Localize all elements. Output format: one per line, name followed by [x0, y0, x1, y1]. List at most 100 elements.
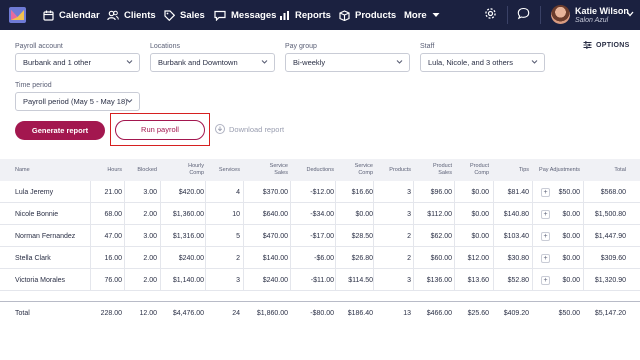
- tag-icon: [164, 9, 175, 21]
- download-report-label: Download report: [229, 124, 285, 134]
- chevron-down-icon[interactable]: [626, 11, 634, 17]
- value-cell: $0.00: [355, 210, 373, 218]
- locations-value: Burbank and Downtown: [158, 58, 238, 67]
- value-cell: 4: [236, 188, 240, 196]
- value-cell: $81.40: [507, 188, 529, 196]
- nav-more[interactable]: More: [404, 0, 440, 30]
- nav-messages[interactable]: Messages: [214, 0, 276, 30]
- add-adjustment-button[interactable]: +: [541, 254, 550, 263]
- col-tips: Tips: [518, 166, 529, 173]
- nav-clients[interactable]: Clients: [107, 0, 156, 30]
- value-cell: $1,860.00: [256, 309, 288, 317]
- value-cell: $0.00: [562, 276, 580, 284]
- table-row: Lula Jeremy 21.00 3.00 $420.00 4 $370.00 -$12.…: [0, 181, 640, 203]
- value-cell: 3: [407, 276, 411, 284]
- options-button[interactable]: OPTIONS: [583, 41, 630, 49]
- value-cell: 3: [407, 188, 411, 196]
- column-divider: [90, 247, 91, 269]
- value-cell: -$11.00: [310, 276, 334, 284]
- value-cell: $52.80: [507, 276, 529, 284]
- add-adjustment-button[interactable]: +: [541, 210, 550, 219]
- value-cell: $16.60: [351, 188, 373, 196]
- value-cell: 76.00: [104, 276, 122, 284]
- time-period-value: Payroll period (May 5 - May 18): [23, 97, 128, 106]
- avatar[interactable]: [551, 5, 570, 24]
- download-report-button[interactable]: Download report: [215, 124, 284, 134]
- value-cell: -$12.00: [310, 188, 334, 196]
- pay-group-select[interactable]: Bi-weekly: [285, 53, 410, 72]
- messages-icon: [214, 10, 226, 21]
- nav-reports[interactable]: Reports: [279, 0, 331, 30]
- options-label: OPTIONS: [596, 41, 630, 49]
- value-cell: $12.00: [467, 254, 489, 262]
- locations-select[interactable]: Burbank and Downtown: [150, 53, 275, 72]
- value-cell: $96.00: [430, 188, 452, 196]
- value-cell: $1,360.00: [172, 210, 204, 218]
- column-divider: [243, 247, 244, 269]
- chevron-down-icon: [396, 60, 403, 64]
- nav-sales[interactable]: Sales: [164, 0, 205, 30]
- value-cell: $140.80: [503, 210, 529, 218]
- col-service-comp: Service Comp: [354, 163, 373, 176]
- value-cell: 2: [407, 254, 411, 262]
- column-divider: [532, 181, 533, 203]
- value-cell: 2: [236, 254, 240, 262]
- logo-icon[interactable]: [9, 7, 26, 23]
- add-adjustment-button[interactable]: +: [541, 232, 550, 241]
- calendar-icon: [43, 10, 54, 21]
- column-divider: [413, 225, 414, 247]
- payroll-account-value: Burbank and 1 other: [23, 58, 91, 67]
- chevron-down-icon: [126, 60, 133, 64]
- column-divider: [373, 269, 374, 291]
- column-divider: [413, 203, 414, 225]
- column-divider: [243, 203, 244, 225]
- column-divider: [493, 269, 494, 291]
- value-cell: $640.00: [262, 210, 288, 218]
- nav-products[interactable]: Products: [339, 0, 396, 30]
- name-cell: Victoria Morales: [15, 276, 66, 284]
- col-hourly-comp: Hourly Comp: [188, 163, 204, 176]
- value-cell: 13: [403, 309, 411, 317]
- download-icon: [215, 124, 225, 134]
- payroll-account-select[interactable]: Burbank and 1 other: [15, 53, 140, 72]
- value-cell: -$34.00: [310, 210, 334, 218]
- gear-icon[interactable]: [484, 7, 497, 20]
- value-cell: $309.60: [600, 254, 626, 262]
- column-divider: [373, 203, 374, 225]
- nav-messages-label: Messages: [231, 9, 277, 21]
- chat-icon[interactable]: [517, 7, 530, 20]
- generate-report-button[interactable]: Generate report: [15, 121, 105, 140]
- value-cell: 2.00: [143, 210, 157, 218]
- value-cell: $60.00: [430, 254, 452, 262]
- staff-label: Staff: [420, 43, 435, 50]
- column-divider: [493, 181, 494, 203]
- value-cell: $409.20: [503, 309, 529, 317]
- col-deductions: Deductions: [306, 166, 334, 173]
- value-cell: $140.00: [262, 254, 288, 262]
- add-adjustment-button[interactable]: +: [541, 276, 550, 285]
- locations-label: Locations: [150, 43, 180, 50]
- chevron-down-icon: [531, 60, 538, 64]
- staff-select[interactable]: Lula, Nicole, and 3 others: [420, 53, 545, 72]
- value-cell: $50.00: [558, 309, 580, 317]
- add-adjustment-button[interactable]: +: [541, 188, 550, 197]
- value-cell: $1,316.00: [172, 232, 204, 240]
- col-product-comp: Product Comp: [470, 163, 489, 176]
- column-divider: [373, 225, 374, 247]
- bar-chart-icon: [280, 10, 289, 20]
- value-cell: $26.80: [351, 254, 373, 262]
- column-divider: [583, 247, 584, 269]
- nav-calendar[interactable]: Calendar: [43, 0, 100, 30]
- sliders-icon: [583, 41, 592, 49]
- nav-more-label: More: [404, 9, 427, 21]
- staff-value: Lula, Nicole, and 3 others: [428, 58, 514, 67]
- user-name[interactable]: Katie Wilson: [575, 6, 629, 16]
- run-payroll-button[interactable]: Run payroll: [115, 120, 205, 140]
- column-divider: [243, 225, 244, 247]
- column-divider: [90, 203, 91, 225]
- col-services: Services: [218, 166, 240, 173]
- value-cell: $0.00: [562, 210, 580, 218]
- name-cell: Total: [15, 309, 30, 317]
- salon-name: Salon Azul: [575, 17, 609, 24]
- time-period-select[interactable]: Payroll period (May 5 - May 18): [15, 92, 140, 111]
